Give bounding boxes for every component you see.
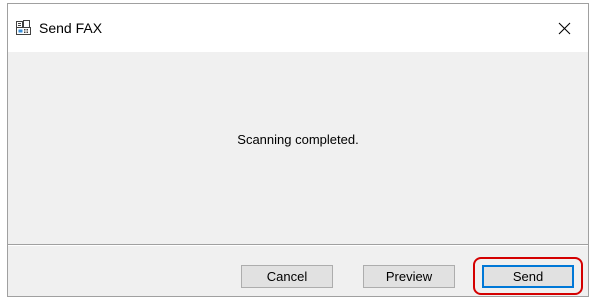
preview-button[interactable]: Preview bbox=[363, 265, 455, 288]
button-bar: Cancel Preview Send bbox=[8, 246, 588, 296]
fax-icon bbox=[15, 19, 33, 37]
dialog-content: Scanning completed. bbox=[8, 52, 588, 244]
cancel-button[interactable]: Cancel bbox=[241, 265, 333, 288]
status-message: Scanning completed. bbox=[237, 132, 359, 147]
title-bar: Send FAX bbox=[8, 4, 588, 52]
close-button[interactable] bbox=[544, 4, 588, 52]
window-title: Send FAX bbox=[39, 20, 103, 36]
send-button[interactable]: Send bbox=[482, 265, 574, 288]
close-icon bbox=[558, 22, 571, 35]
send-fax-dialog: Send FAX Scanning completed. Cancel Prev… bbox=[7, 3, 589, 297]
